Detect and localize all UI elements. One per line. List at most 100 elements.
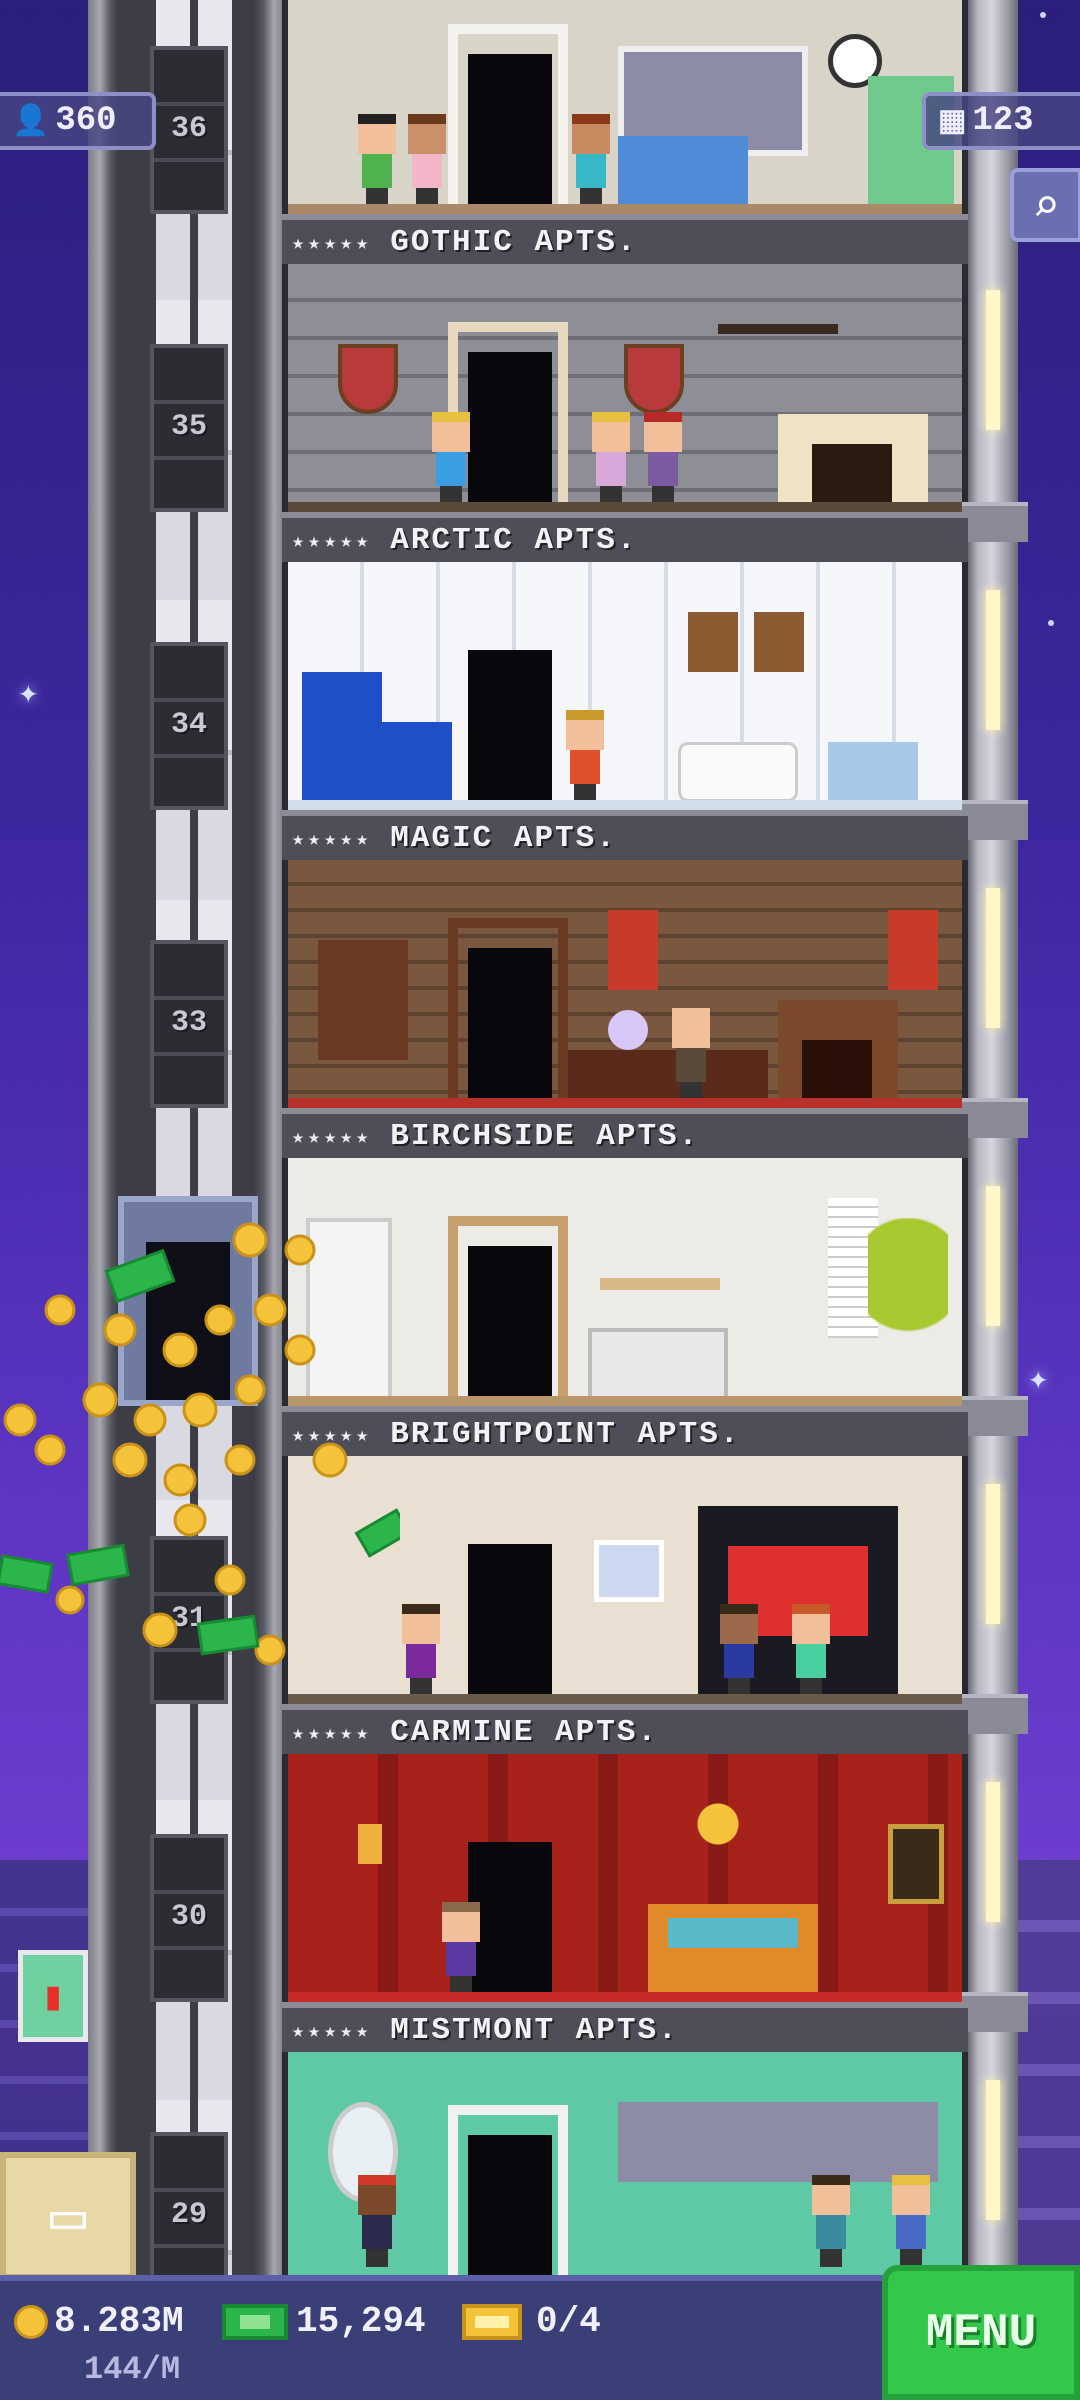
resident[interactable] — [404, 114, 450, 206]
potted-plant — [868, 1218, 948, 1406]
floor-name: CARMINE APTS. — [390, 1714, 659, 1750]
floor-31[interactable]: ★★★★★ CARMINE APTS. — [282, 1456, 968, 1754]
sky-dot — [1048, 620, 1054, 626]
floor-32-room — [288, 1158, 962, 1406]
sky-star: ✦ — [1028, 1358, 1049, 1398]
floor-counter[interactable]: ▦ 123 — [922, 92, 1080, 150]
city-skyline-right — [1010, 1860, 1080, 2280]
resident[interactable] — [716, 1604, 762, 1696]
box-icon: ▭ — [49, 2181, 87, 2251]
rating-stars: ★★★★★ — [292, 230, 373, 254]
painting — [888, 1824, 944, 1904]
resident[interactable] — [788, 1604, 834, 1696]
elevator-car[interactable] — [118, 1196, 258, 1406]
pillar-notch — [958, 502, 1028, 542]
window — [618, 2102, 938, 2182]
wall-shelf — [600, 1278, 720, 1290]
floor-31-room — [288, 1456, 962, 1704]
floor-29[interactable] — [282, 2052, 968, 2275]
floorboard — [288, 800, 962, 810]
resident[interactable] — [428, 412, 474, 504]
room-door[interactable] — [468, 1246, 552, 1406]
rating-stars: ★★★★★ — [292, 2018, 373, 2042]
floor-29-room — [288, 2052, 962, 2275]
resident[interactable] — [568, 114, 614, 206]
coins-rate-value: 144/M — [84, 2351, 181, 2388]
sofa — [588, 1328, 728, 1406]
blue-stove — [382, 722, 452, 810]
room-door[interactable] — [468, 650, 552, 810]
bux-value: 15,294 — [296, 2301, 426, 2342]
floor-name: GOTHIC APTS. — [390, 224, 638, 260]
sofa — [618, 136, 748, 206]
bux-stat[interactable]: 15,294 — [222, 2301, 426, 2342]
pillar-light — [986, 1782, 1000, 1922]
floor-32[interactable]: ★★★★★ BRIGHTPOINT APTS. — [282, 1158, 968, 1456]
rating-stars: ★★★★★ — [292, 1720, 373, 1744]
banner-icon — [888, 910, 938, 990]
floor-33[interactable]: ★★★★★ BIRCHSIDE APTS. — [282, 860, 968, 1158]
person-icon: 👤 — [12, 105, 50, 140]
floor-count-value: 123 — [972, 102, 1034, 140]
storage-box-button[interactable]: ▭ — [0, 2152, 136, 2280]
pillar-light — [986, 1186, 1000, 1326]
floor-30[interactable]: ★★★★★ MISTMONT APTS. — [282, 1754, 968, 2052]
resident[interactable] — [438, 1902, 484, 1994]
room-door[interactable] — [468, 2135, 552, 2275]
room-door[interactable] — [468, 352, 552, 512]
resident[interactable] — [398, 1604, 444, 1696]
rating-stars: ★★★★★ — [292, 528, 373, 552]
room-door[interactable] — [468, 54, 552, 214]
menu-button[interactable]: MENU — [882, 2265, 1080, 2400]
floor-36[interactable]: ★★★★★ GOTHIC APTS. — [282, 0, 968, 264]
building-icon: ▦ — [938, 105, 967, 140]
pillar-notch — [958, 1694, 1028, 1734]
resident[interactable] — [588, 412, 634, 504]
sky-star: ✦ — [18, 672, 39, 712]
tickets-stat[interactable]: 0/4 — [462, 2301, 601, 2342]
shield-icon — [338, 344, 398, 414]
resident[interactable] — [888, 2175, 934, 2267]
floor-35[interactable]: ★★★★★ ARCTIC APTS. — [282, 264, 968, 562]
floor-sign: ★★★★★ MISTMONT APTS. — [282, 2002, 968, 2052]
resident[interactable] — [354, 114, 400, 206]
rating-stars: ★★★★★ — [292, 1124, 373, 1148]
rating-stars: ★★★★★ — [292, 1422, 373, 1446]
bookshelf — [318, 940, 408, 1060]
picture-frame — [754, 612, 804, 672]
floor-number-30: 30 — [170, 1900, 207, 1934]
resident[interactable] — [640, 412, 686, 504]
side-item-fries[interactable]: ▮ — [18, 1950, 88, 2042]
resident[interactable] — [668, 1008, 714, 1100]
population-counter[interactable]: 👤 360 — [0, 92, 156, 150]
floor-number-33: 33 — [170, 1006, 207, 1040]
room-door[interactable] — [468, 1544, 552, 1704]
room-door[interactable] — [468, 948, 552, 1108]
pillar-light — [986, 888, 1000, 1028]
coins-value: 8.283M — [54, 2301, 184, 2342]
picture-frame — [688, 612, 738, 672]
floorboard — [288, 1396, 962, 1406]
floor-30-room — [288, 1754, 962, 2002]
pillar-light — [986, 2080, 1000, 2220]
crystal-ball — [608, 1010, 648, 1050]
floor-name: MISTMONT APTS. — [390, 2012, 679, 2048]
floor-sign: ★★★★★ BIRCHSIDE APTS. — [282, 1108, 968, 1158]
floorboard — [288, 502, 962, 512]
fireplace — [778, 414, 928, 512]
coins-stat[interactable]: 8.283M — [14, 2301, 184, 2342]
resident[interactable] — [562, 710, 608, 802]
floor-34[interactable]: ★★★★★ MAGIC APTS. — [282, 562, 968, 860]
floor-name: MAGIC APTS. — [390, 820, 617, 856]
search-button[interactable]: ⌕ — [1010, 168, 1080, 242]
floorboard — [288, 204, 962, 214]
resident[interactable] — [354, 2175, 400, 2267]
floor-number-31: 31 — [170, 1602, 207, 1636]
floor-sign: ★★★★★ MAGIC APTS. — [282, 810, 968, 860]
floor-number-35: 35 — [170, 410, 207, 444]
elevator-door — [146, 1242, 230, 1400]
resident[interactable] — [808, 2175, 854, 2267]
floor-35-room — [288, 264, 962, 512]
magnifier-icon: ⌕ — [1032, 178, 1060, 232]
pillar-notch — [958, 1396, 1028, 1436]
